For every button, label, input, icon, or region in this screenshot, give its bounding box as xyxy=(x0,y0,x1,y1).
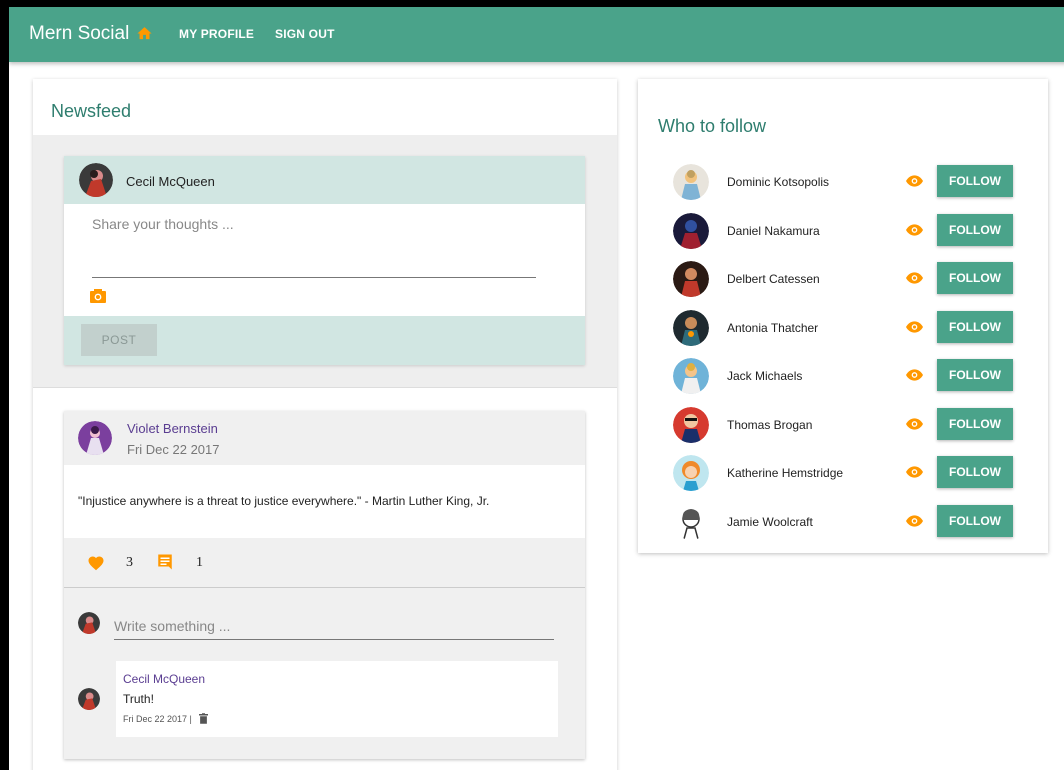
follow-user-name: Katherine Hemstridge xyxy=(727,466,844,480)
follow-button[interactable]: FOLLOW xyxy=(937,214,1013,246)
share-thoughts-input[interactable] xyxy=(92,216,536,278)
comment-icon[interactable] xyxy=(156,553,174,571)
post-actions: 3 1 xyxy=(64,538,585,588)
follow-button[interactable]: FOLLOW xyxy=(937,505,1013,537)
avatar[interactable] xyxy=(79,163,113,197)
list-item: Dominic Kotsopolis FOLLOW xyxy=(638,160,1048,204)
my-profile-link[interactable]: MY PROFILE xyxy=(179,27,254,41)
list-item: Thomas Brogan FOLLOW xyxy=(638,403,1048,447)
likes-count: 3 xyxy=(126,555,133,570)
comment-date: Fri Dec 22 2017 | xyxy=(123,714,192,724)
new-post-footer: POST xyxy=(64,316,585,365)
follow-user-name: Jack Michaels xyxy=(727,369,803,383)
eye-icon[interactable] xyxy=(906,369,923,381)
newsfeed-card: Newsfeed Cecil McQueen POST xyxy=(33,79,617,770)
avatar[interactable] xyxy=(673,455,709,491)
follow-user-name: Antonia Thatcher xyxy=(727,321,819,335)
new-post-area: Cecil McQueen POST xyxy=(33,135,617,388)
post-button[interactable]: POST xyxy=(81,324,157,356)
new-post-user-name: Cecil McQueen xyxy=(126,174,215,189)
camera-icon[interactable] xyxy=(90,289,106,303)
follow-button[interactable]: FOLLOW xyxy=(937,359,1013,391)
eye-icon[interactable] xyxy=(906,515,923,527)
list-item: Antonia Thatcher FOLLOW xyxy=(638,306,1048,350)
app-bar: Mern Social MY PROFILE SIGN OUT xyxy=(9,7,1064,62)
post-card: Violet Bernstein Fri Dec 22 2017 "Injust… xyxy=(64,411,585,759)
eye-icon[interactable] xyxy=(906,321,923,333)
follow-button[interactable]: FOLLOW xyxy=(937,262,1013,294)
avatar[interactable] xyxy=(673,310,709,346)
newsfeed-title: Newsfeed xyxy=(51,101,132,121)
who-to-follow-card: Who to follow Dominic Kotsopolis FOLLOW … xyxy=(638,79,1048,553)
app-title: Mern Social xyxy=(29,23,130,44)
eye-icon[interactable] xyxy=(906,418,923,430)
comments-count: 1 xyxy=(196,555,203,570)
comment-item: Cecil McQueen Truth! Fri Dec 22 2017 | xyxy=(116,661,558,737)
follow-button[interactable]: FOLLOW xyxy=(937,456,1013,488)
avatar[interactable] xyxy=(673,504,709,540)
follow-user-name: Jamie Woolcraft xyxy=(727,515,813,529)
comment-input[interactable] xyxy=(114,612,554,640)
eye-icon[interactable] xyxy=(906,272,923,284)
window-frame: Mern Social MY PROFILE SIGN OUT Newsfeed… xyxy=(0,0,1064,770)
post-author[interactable]: Violet Bernstein xyxy=(127,421,218,436)
avatar[interactable] xyxy=(78,688,100,710)
follow-user-name: Daniel Nakamura xyxy=(727,224,820,238)
eye-icon[interactable] xyxy=(906,224,923,236)
trash-icon[interactable] xyxy=(199,713,208,724)
feed-list: Violet Bernstein Fri Dec 22 2017 "Injust… xyxy=(33,389,617,770)
list-item: Katherine Hemstridge FOLLOW xyxy=(638,451,1048,495)
list-item: Jamie Woolcraft FOLLOW xyxy=(638,500,1048,544)
avatar[interactable] xyxy=(673,261,709,297)
post-body: "Injustice anywhere is a threat to justi… xyxy=(64,465,585,538)
avatar[interactable] xyxy=(78,421,112,455)
who-to-follow-title: Who to follow xyxy=(658,116,767,136)
avatar[interactable] xyxy=(673,164,709,200)
comment-text: Truth! xyxy=(123,692,154,706)
avatar[interactable] xyxy=(673,358,709,394)
sign-out-link[interactable]: SIGN OUT xyxy=(275,27,335,41)
follow-user-name: Delbert Catessen xyxy=(727,272,820,286)
list-item: Jack Michaels FOLLOW xyxy=(638,354,1048,398)
follow-user-name: Thomas Brogan xyxy=(727,418,813,432)
follow-button[interactable]: FOLLOW xyxy=(937,311,1013,343)
heart-icon[interactable] xyxy=(87,554,105,571)
post-header: Violet Bernstein Fri Dec 22 2017 xyxy=(64,411,585,465)
new-post-header: Cecil McQueen xyxy=(64,156,585,204)
eye-icon[interactable] xyxy=(906,175,923,187)
eye-icon[interactable] xyxy=(906,466,923,478)
post-text: "Injustice anywhere is a threat to justi… xyxy=(78,494,490,508)
home-icon[interactable] xyxy=(136,25,153,42)
new-post-card: Cecil McQueen POST xyxy=(64,156,585,365)
list-item: Delbert Catessen FOLLOW xyxy=(638,257,1048,301)
follow-button[interactable]: FOLLOW xyxy=(937,165,1013,197)
avatar[interactable] xyxy=(673,407,709,443)
comment-author[interactable]: Cecil McQueen xyxy=(123,672,205,686)
avatar[interactable] xyxy=(78,612,100,634)
follow-user-name: Dominic Kotsopolis xyxy=(727,175,830,189)
follow-button[interactable]: FOLLOW xyxy=(937,408,1013,440)
avatar[interactable] xyxy=(673,213,709,249)
post-date: Fri Dec 22 2017 xyxy=(127,442,220,457)
list-item: Daniel Nakamura FOLLOW xyxy=(638,209,1048,253)
